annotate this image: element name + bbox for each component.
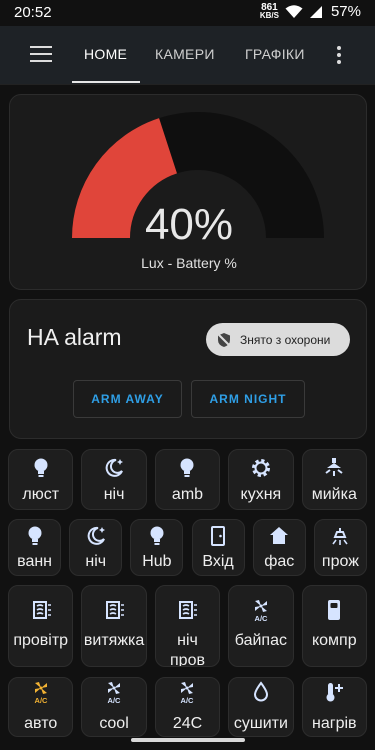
tile-провітр[interactable]: провітр xyxy=(8,585,74,667)
bulb-icon xyxy=(156,456,219,480)
menu-icon[interactable] xyxy=(30,46,52,64)
alarm-card: HA alarm Знято з охорони ARM AWAY ARM NI… xyxy=(9,299,367,439)
tile-label: байпас xyxy=(234,632,287,649)
wifi-icon xyxy=(285,4,303,18)
tile-Вхід[interactable]: Вхід xyxy=(191,519,245,576)
app-bar: HOME КАМЕРИ ГРАФІКИ xyxy=(0,26,375,85)
tile-label: компр xyxy=(311,632,357,649)
tile-Hub[interactable]: Hub xyxy=(130,519,184,576)
alarm-title: HA alarm xyxy=(27,324,122,350)
svg-text:A/C: A/C xyxy=(254,614,268,622)
tile-мийка[interactable]: мийка xyxy=(301,449,367,510)
tile-label: cool xyxy=(99,715,129,732)
status-bar: 20:52 861 KB/S 57% xyxy=(0,0,375,26)
ceiling-light-icon xyxy=(303,456,366,480)
battery-percent: 57% xyxy=(330,3,361,20)
active-tab-indicator xyxy=(72,81,140,83)
moon-stars-icon xyxy=(70,524,121,548)
tile-ніч[interactable]: ніч пров xyxy=(154,585,221,667)
compressor-icon xyxy=(303,598,366,622)
tile-нагрів[interactable]: нагрів xyxy=(301,677,367,737)
spotlight-icon xyxy=(315,524,366,548)
tile-label: люст xyxy=(22,486,60,503)
tile-label: amb xyxy=(171,486,204,503)
status-icons: 861 KB/S 57% xyxy=(259,2,361,20)
status-time: 20:52 xyxy=(14,4,52,21)
tile-label: витяжка xyxy=(83,632,145,649)
tile-label: ванн xyxy=(17,553,53,570)
svg-text:A/C: A/C xyxy=(181,696,195,704)
tile-label: сушити xyxy=(233,715,288,732)
tile-label: нагрів xyxy=(312,715,357,732)
water-drop-icon xyxy=(229,680,292,704)
tile-ванн[interactable]: ванн xyxy=(8,519,62,576)
ac-fan-icon: A/C xyxy=(229,598,292,622)
tile-ніч[interactable]: ніч xyxy=(81,449,147,510)
net-speed: 861 KB/S xyxy=(259,2,279,20)
tile-label: Вхід xyxy=(202,553,234,570)
tile-кухня[interactable]: кухня xyxy=(228,449,294,510)
ac-fan-icon: A/C xyxy=(156,680,219,704)
net-speed-unit: KB/S xyxy=(259,10,279,20)
tile-label: кухня xyxy=(240,486,282,503)
air-filter-icon xyxy=(82,598,145,622)
alarm-state-badge[interactable]: Знято з охорони xyxy=(206,323,350,356)
air-filter-icon xyxy=(156,598,219,622)
tile-label: прож xyxy=(321,553,359,570)
arm-night-button[interactable]: ARM NIGHT xyxy=(191,380,305,418)
svg-text:A/C: A/C xyxy=(34,696,48,704)
tile-label-line2: пров xyxy=(170,652,205,667)
ac-fan-icon: A/C xyxy=(9,680,72,704)
tile-сушити[interactable]: сушити xyxy=(228,677,294,737)
air-filter-icon xyxy=(9,598,72,622)
shield-off-icon xyxy=(217,332,231,347)
tile-байпас[interactable]: A/C байпас xyxy=(228,585,294,667)
tile-label: Hub xyxy=(142,553,172,570)
more-options-icon[interactable] xyxy=(337,46,341,67)
ac-fan-icon: A/C xyxy=(82,680,145,704)
tile-компр[interactable]: компр xyxy=(301,585,367,667)
tile-amb[interactable]: amb xyxy=(154,449,221,510)
tile-авто[interactable]: A/C авто xyxy=(8,677,74,737)
moon-stars-icon xyxy=(82,456,145,480)
tile-фас[interactable]: фас xyxy=(252,519,306,576)
thermometer-plus-icon xyxy=(303,680,366,704)
bulb-icon xyxy=(131,524,182,548)
tab-cameras[interactable]: КАМЕРИ xyxy=(155,46,215,62)
tile-label: провітр xyxy=(13,632,69,649)
tile-label: ніч xyxy=(177,632,198,649)
signal-icon xyxy=(309,5,322,18)
tile-label: мийка xyxy=(311,486,357,503)
tile-label: фас xyxy=(264,553,295,570)
tile-label: ніч xyxy=(103,486,125,503)
tile-прож[interactable]: прож xyxy=(313,519,367,576)
svg-text:A/C: A/C xyxy=(108,696,122,704)
tile-ніч[interactable]: ніч xyxy=(69,519,123,576)
door-icon xyxy=(193,524,244,548)
tile-люст[interactable]: люст xyxy=(8,449,74,510)
battery-gauge-card[interactable]: 40% Lux - Battery % xyxy=(9,94,367,290)
gauge-value: 40% xyxy=(144,200,234,249)
gauge-label: Lux - Battery % xyxy=(141,255,237,271)
gesture-navigation-bar[interactable] xyxy=(131,738,245,742)
bulb-icon xyxy=(9,456,72,480)
tab-graphs[interactable]: ГРАФІКИ xyxy=(245,46,305,62)
gear-icon xyxy=(229,456,292,480)
arm-away-button[interactable]: ARM AWAY xyxy=(73,380,182,418)
tile-витяжка[interactable]: витяжка xyxy=(81,585,147,667)
tab-home[interactable]: HOME xyxy=(84,46,127,62)
home-icon xyxy=(254,524,305,548)
tile-cool[interactable]: A/C cool xyxy=(81,677,147,737)
bulb-icon xyxy=(9,524,60,548)
tile-24C[interactable]: A/C 24C xyxy=(154,677,221,737)
tile-label: ніч xyxy=(85,553,107,570)
tile-label: 24C xyxy=(172,715,203,732)
alarm-state-text: Знято з охорони xyxy=(240,332,331,347)
tile-label: авто xyxy=(24,715,58,732)
